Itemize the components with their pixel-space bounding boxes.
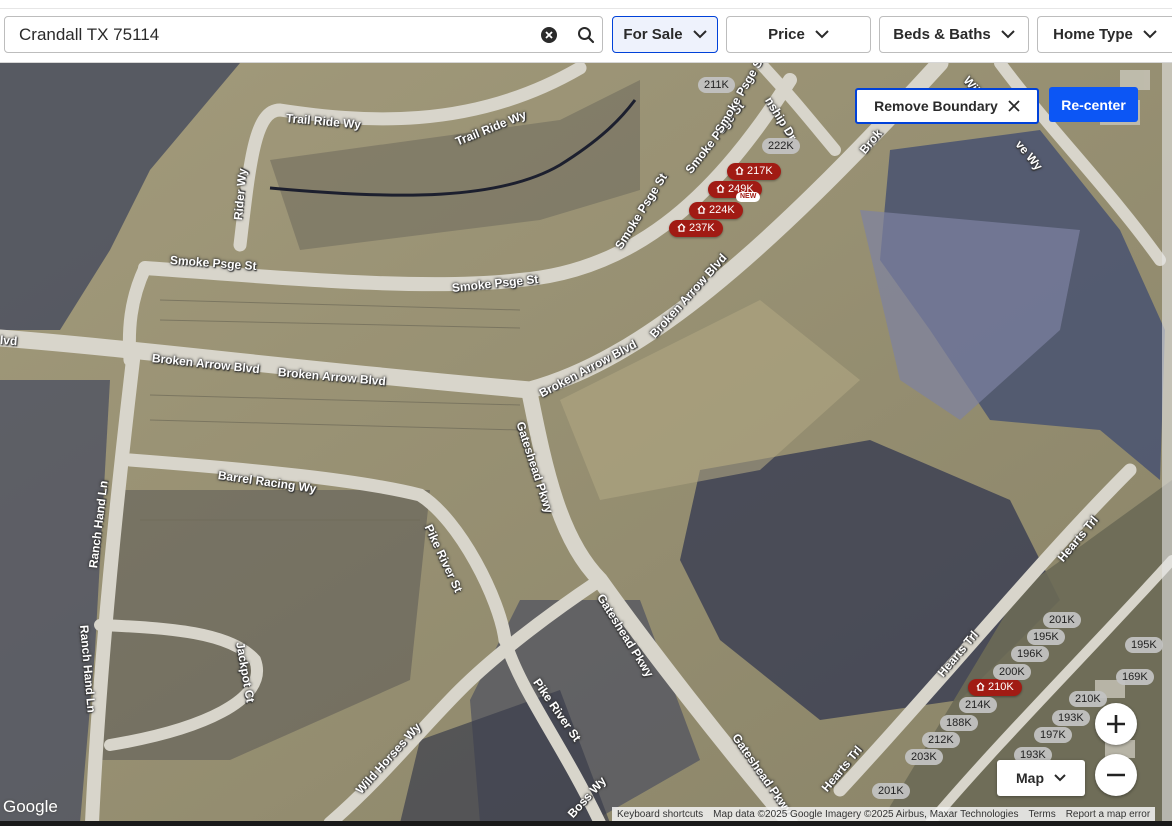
remove-boundary-label: Remove Boundary bbox=[874, 98, 998, 114]
home-icon bbox=[677, 223, 686, 232]
listing-price: 237K bbox=[689, 222, 715, 234]
listing-pill[interactable]: 212K bbox=[922, 732, 960, 748]
listing-price: 224K bbox=[709, 204, 735, 216]
listing-marker[interactable]: 217K bbox=[727, 163, 781, 180]
home-type-filter[interactable]: Home Type bbox=[1037, 16, 1172, 53]
street-label: lvd bbox=[0, 333, 18, 349]
search-box[interactable] bbox=[4, 16, 603, 53]
home-icon bbox=[716, 184, 725, 193]
chevron-down-icon bbox=[692, 30, 707, 39]
listing-pill[interactable]: 201K bbox=[1043, 612, 1081, 628]
listing-pill[interactable]: 222K bbox=[762, 138, 800, 154]
window-bottom-edge bbox=[0, 821, 1172, 826]
chevron-down-icon bbox=[1143, 30, 1157, 39]
listing-pill[interactable]: 214K bbox=[959, 697, 997, 713]
listing-pill[interactable]: 193K bbox=[1052, 710, 1090, 726]
keyboard-shortcuts-link[interactable]: Keyboard shortcuts bbox=[612, 809, 708, 820]
google-logo: Google bbox=[3, 797, 58, 816]
chevron-down-icon bbox=[815, 30, 829, 39]
recenter-button[interactable]: Re-center bbox=[1049, 87, 1138, 122]
satellite-imagery bbox=[0, 63, 1172, 823]
home-icon bbox=[976, 682, 985, 691]
listing-pill[interactable]: 201K bbox=[872, 783, 910, 799]
for-sale-filter[interactable]: For Sale bbox=[612, 16, 718, 53]
listing-pill[interactable]: 210K bbox=[1069, 691, 1107, 707]
listing-pill[interactable]: 169K bbox=[1116, 669, 1154, 685]
zoom-out-button[interactable] bbox=[1095, 754, 1137, 796]
new-badge: NEW bbox=[736, 192, 761, 202]
listing-pill[interactable]: 197K bbox=[1034, 727, 1072, 743]
chevron-down-icon bbox=[1001, 30, 1015, 39]
listing-price: 217K bbox=[747, 165, 773, 177]
listing-marker[interactable]: 237K bbox=[669, 220, 723, 237]
price-label: Price bbox=[768, 26, 805, 43]
listing-price: 210K bbox=[988, 681, 1014, 693]
home-icon bbox=[735, 166, 744, 175]
listing-marker[interactable]: 224K bbox=[689, 202, 743, 219]
listing-pill[interactable]: 200K bbox=[993, 664, 1031, 680]
search-icon[interactable] bbox=[576, 25, 596, 45]
listing-pill[interactable]: 195K bbox=[1027, 629, 1065, 645]
listing-pill[interactable]: 196K bbox=[1011, 646, 1049, 662]
close-icon bbox=[1008, 100, 1020, 112]
map-attribution: Keyboard shortcuts Map data ©2025 Google… bbox=[612, 807, 1156, 821]
zoom-in-button[interactable] bbox=[1095, 703, 1137, 745]
plus-icon bbox=[1107, 715, 1125, 733]
filter-bar: For Sale Price Beds & Baths Home Type bbox=[0, 0, 1172, 63]
for-sale-label: For Sale bbox=[623, 26, 683, 43]
map-data-text: Map data ©2025 Google Imagery ©2025 Airb… bbox=[713, 808, 1019, 820]
beds-baths-filter[interactable]: Beds & Baths bbox=[879, 16, 1029, 53]
listing-pill[interactable]: 188K bbox=[940, 715, 978, 731]
terms-link[interactable]: Terms bbox=[1023, 809, 1060, 820]
listing-pill[interactable]: 195K bbox=[1125, 637, 1163, 653]
map-view[interactable]: Trail Ride Wy Trail Ride Wy Rider Wy Smo… bbox=[0, 63, 1172, 823]
beds-baths-label: Beds & Baths bbox=[893, 26, 991, 43]
search-input[interactable] bbox=[19, 23, 519, 47]
listing-pill[interactable]: 211K bbox=[698, 77, 735, 93]
home-icon bbox=[697, 205, 706, 214]
chevron-down-icon bbox=[1054, 774, 1066, 782]
report-map-error-link[interactable]: Report a map error bbox=[1061, 809, 1155, 820]
price-filter[interactable]: Price bbox=[726, 16, 871, 53]
map-type-button[interactable]: Map bbox=[997, 760, 1085, 796]
map-type-label: Map bbox=[1016, 770, 1044, 786]
clear-search-icon[interactable] bbox=[541, 27, 557, 43]
minus-icon bbox=[1107, 773, 1125, 777]
listing-marker[interactable]: 249K NEW bbox=[708, 181, 762, 202]
divider bbox=[0, 8, 1172, 9]
listing-pill[interactable]: 203K bbox=[905, 749, 943, 765]
home-type-label: Home Type bbox=[1053, 26, 1133, 43]
listing-marker[interactable]: 210K bbox=[968, 679, 1022, 696]
remove-boundary-button[interactable]: Remove Boundary bbox=[855, 88, 1039, 124]
